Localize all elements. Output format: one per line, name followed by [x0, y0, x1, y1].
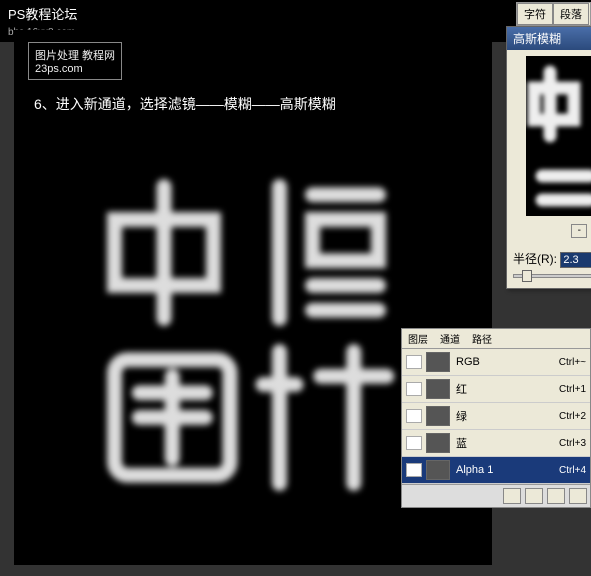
visibility-toggle[interactable]: ● [406, 463, 422, 477]
channel-shortcut: Ctrl+2 [559, 411, 586, 422]
channel-row[interactable]: 蓝Ctrl+3 [402, 430, 590, 457]
channels-footer [402, 484, 590, 507]
watermark-line1: 图片处理 教程网 [35, 47, 115, 63]
channel-thumbnail [426, 433, 450, 453]
new-channel-button[interactable] [547, 488, 565, 504]
channel-shortcut: Ctrl+4 [559, 465, 586, 476]
zoom-out-button[interactable]: - [571, 224, 587, 238]
radius-input[interactable] [560, 252, 591, 268]
tab-paths[interactable]: 路径 [466, 329, 498, 348]
channel-name: 绿 [456, 408, 559, 424]
save-selection-button[interactable] [525, 488, 543, 504]
channel-name: Alpha 1 [456, 464, 559, 476]
channel-name: RGB [456, 356, 559, 368]
palette-tabs: 字符 段落 [516, 2, 591, 26]
visibility-toggle[interactable] [406, 355, 422, 369]
dialog-preview[interactable] [526, 56, 591, 216]
watermark-line2: 23ps.com [35, 63, 115, 75]
channel-shortcut: Ctrl+~ [559, 357, 586, 368]
channel-shortcut: Ctrl+3 [559, 438, 586, 449]
channel-thumbnail [426, 352, 450, 372]
visibility-toggle[interactable] [406, 436, 422, 450]
tab-character[interactable]: 字符 [517, 3, 553, 25]
channels-tabs: 图层 通道 路径 [402, 329, 590, 349]
watermark-box: 图片处理 教程网 23ps.com [28, 42, 122, 80]
visibility-toggle[interactable] [406, 382, 422, 396]
channel-row[interactable]: 红Ctrl+1 [402, 376, 590, 403]
tab-paragraph[interactable]: 段落 [553, 3, 589, 25]
radius-row: 半径(R): 像素 [513, 250, 591, 268]
slider-thumb[interactable] [522, 270, 532, 282]
visibility-toggle[interactable] [406, 409, 422, 423]
channel-thumbnail [426, 379, 450, 399]
channel-row[interactable]: RGBCtrl+~ [402, 349, 590, 376]
instruction-text: 6、进入新通道，选择滤镜——模糊——高斯模糊 [34, 94, 336, 114]
channel-shortcut: Ctrl+1 [559, 384, 586, 395]
dialog-title: 高斯模糊 [507, 27, 591, 50]
radius-slider[interactable] [513, 274, 591, 278]
zoom-controls: - 100% + [513, 222, 591, 238]
tab-channels[interactable]: 通道 [434, 329, 466, 348]
channel-thumbnail [426, 406, 450, 426]
radius-label: 半径(R): [513, 252, 557, 266]
channels-panel: 图层 通道 路径 RGBCtrl+~红Ctrl+1绿Ctrl+2蓝Ctrl+3●… [401, 328, 591, 508]
channel-row[interactable]: 绿Ctrl+2 [402, 403, 590, 430]
app-title: PS教程论坛 [8, 7, 77, 22]
seal-text [78, 170, 448, 500]
channel-name: 蓝 [456, 435, 559, 451]
channel-row[interactable]: ● Alpha 1Ctrl+4 [402, 457, 590, 484]
channel-thumbnail [426, 460, 450, 480]
gaussian-blur-dialog: 高斯模糊 - 100% + 半径(R): 像素 [506, 26, 591, 289]
delete-channel-button[interactable] [569, 488, 587, 504]
load-selection-button[interactable] [503, 488, 521, 504]
tab-layers[interactable]: 图层 [402, 329, 434, 348]
channel-name: 红 [456, 381, 559, 397]
